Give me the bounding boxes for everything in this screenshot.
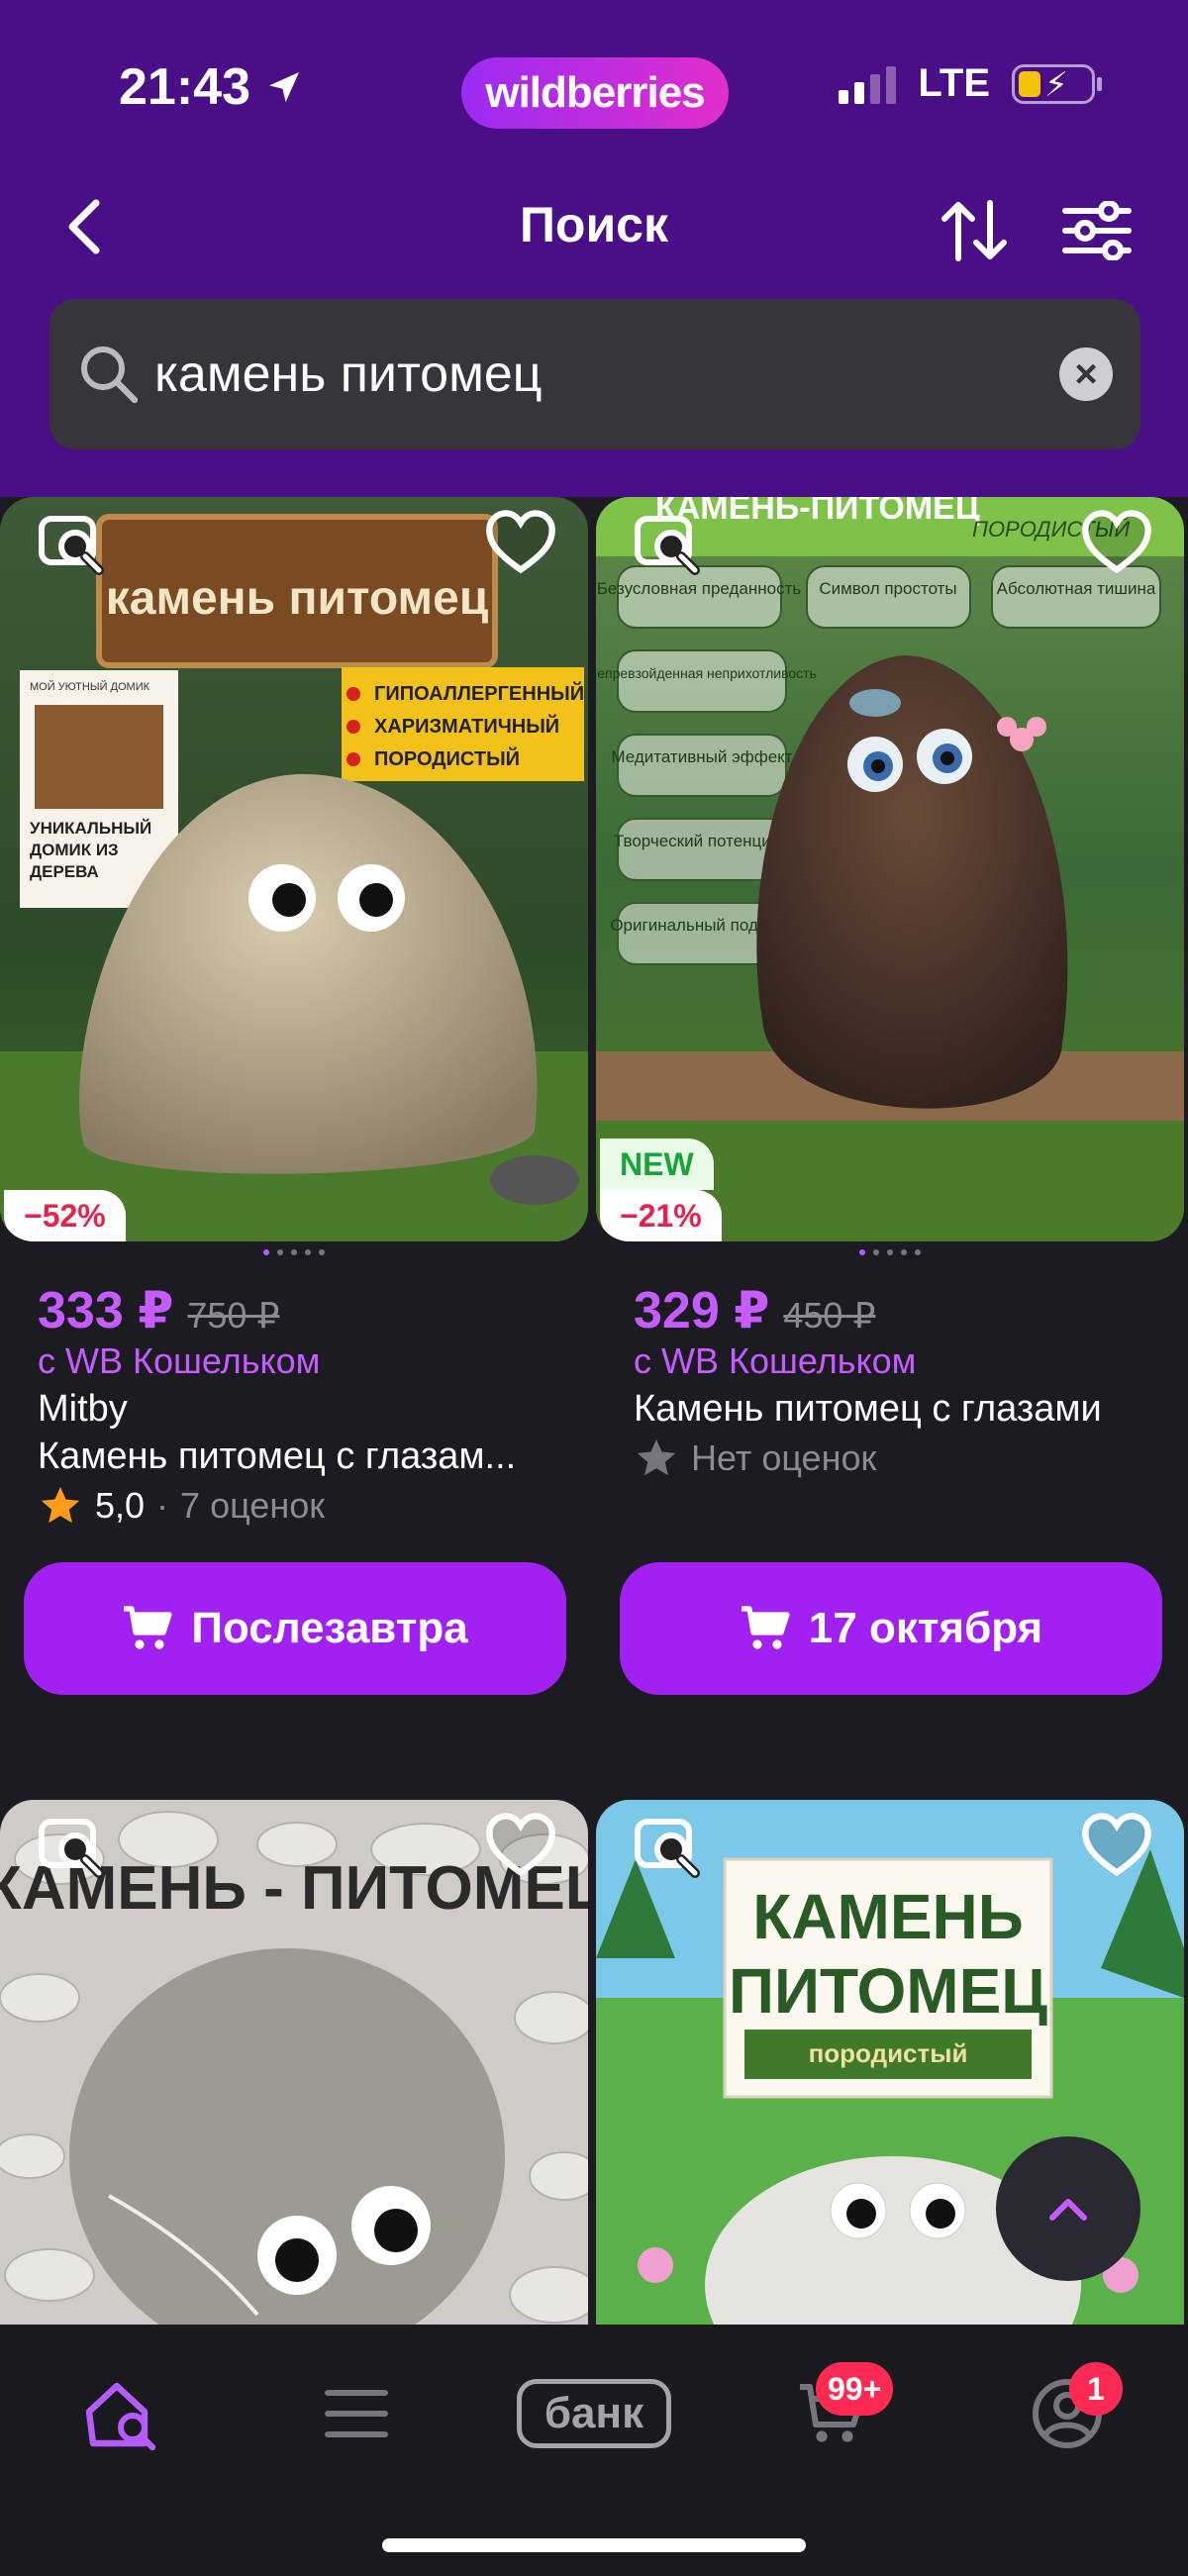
rating: Нет оценок — [634, 1436, 876, 1481]
product-image[interactable]: КАМЕНЬ-ПИТОМЕЦ ПОРОДИСТЫЙ Безусловная пр… — [596, 497, 1184, 1241]
cart-count-badge: 99+ — [816, 2362, 894, 2416]
image-caption: камень питомец — [106, 572, 489, 625]
image-pager-dots — [596, 1249, 1184, 1255]
cart-icon — [741, 1606, 790, 1649]
svg-text:ПОРОДИСТЫЙ: ПОРОДИСТЫЙ — [374, 746, 520, 770]
svg-text:Непревзойденная неприхотливост: Непревзойденная неприхотливость — [596, 665, 817, 681]
signal-icon — [839, 64, 897, 104]
svg-text:ХАРИЗМАТИЧНЫЙ: ХАРИЗМАТИЧНЫЙ — [374, 714, 559, 738]
old-price: 750 ₽ — [187, 1295, 280, 1336]
image-search-icon[interactable] — [632, 1810, 703, 1881]
favorite-heart-icon[interactable] — [483, 505, 558, 580]
discount-badge: −52% — [4, 1190, 126, 1241]
home-indicator — [382, 2538, 806, 2552]
discount-badge: −21% — [600, 1190, 722, 1241]
add-to-cart-button[interactable]: Послезавтра — [24, 1562, 566, 1695]
menu-icon — [325, 2390, 388, 2437]
home-search-icon — [85, 2382, 156, 2451]
bank-label: банк — [517, 2379, 671, 2448]
wallet-note: с WB Кошельком — [634, 1340, 917, 1381]
svg-text:Абсолютная тишина: Абсолютная тишина — [997, 579, 1156, 598]
image-pager-dots — [0, 1249, 588, 1255]
svg-text:ПИТОМЕЦ: ПИТОМЕЦ — [729, 1955, 1047, 2027]
rating-value: 5,0 — [95, 1485, 146, 1526]
product-image[interactable]: КАМЕНЬ - ПИТОМЕЦ — [0, 1800, 588, 2325]
svg-text:породистый: породистый — [809, 2038, 968, 2068]
delivery-label: 17 октября — [808, 1604, 1043, 1652]
product-image[interactable]: камень питомец ГИПОАЛЛЕРГЕННЫЙ ХАРИЗМАТИ… — [0, 497, 588, 1241]
price: 333 ₽ — [38, 1282, 174, 1339]
new-badge: NEW — [600, 1139, 714, 1190]
tab-cart[interactable]: 99+ — [772, 2362, 894, 2463]
search-input[interactable] — [154, 345, 1059, 404]
brand-logo: wildberries — [461, 57, 729, 129]
product-name[interactable]: Камень питомец с глазам... — [38, 1436, 516, 1478]
status-time: 21:43 — [119, 57, 304, 117]
tab-profile[interactable]: 1 — [1008, 2362, 1127, 2463]
svg-text:Безусловная преданность: Безусловная преданность — [597, 579, 802, 598]
delivery-label: Послезавтра — [191, 1604, 468, 1652]
price: 329 ₽ — [634, 1282, 770, 1339]
chevron-up-icon — [1049, 2199, 1087, 2221]
svg-text:ГИПОАЛЛЕРГЕННЫЙ: ГИПОАЛЛЕРГЕННЫЙ — [374, 681, 584, 705]
favorite-heart-icon[interactable] — [1079, 505, 1154, 580]
filter-icon — [1062, 201, 1132, 260]
image-caption: КАМЕНЬ-ПИТОМЕЦ — [655, 497, 980, 527]
svg-text:Творческий потенциал: Творческий потенциал — [614, 832, 790, 850]
search-bar[interactable]: × — [50, 299, 1140, 449]
old-price: 450 ₽ — [783, 1295, 876, 1336]
favorite-heart-icon[interactable] — [1079, 1808, 1154, 1883]
filter-button[interactable] — [1053, 190, 1140, 271]
clear-search-button[interactable]: × — [1059, 347, 1113, 401]
close-icon: × — [1074, 351, 1098, 396]
star-icon — [637, 1438, 676, 1476]
svg-text:МОЙ УЮТНЫЙ ДОМИК: МОЙ УЮТНЫЙ ДОМИК — [30, 680, 150, 693]
profile-notification-badge: 1 — [1069, 2362, 1123, 2416]
svg-text:Медитативный эффект: Медитативный эффект — [611, 747, 792, 766]
clock: 21:43 — [119, 58, 250, 116]
rating-separator: · — [156, 1485, 169, 1526]
price-row: 333 ₽ 750 ₽ — [38, 1281, 279, 1340]
tab-home-search[interactable] — [61, 2364, 180, 2463]
wallet-note: с WB Кошельком — [38, 1340, 321, 1381]
image-caption: КАМЕНЬ — [752, 1881, 1024, 1952]
product-name[interactable]: Камень питомец с глазами — [634, 1388, 1102, 1431]
sort-icon — [941, 200, 1007, 261]
location-arrow-icon — [269, 72, 299, 102]
battery-icon: ⚡ — [1012, 63, 1102, 104]
status-indicators: LTE ⚡ — [839, 61, 1102, 106]
sort-button[interactable] — [931, 190, 1018, 271]
tab-bank[interactable]: банк — [515, 2364, 673, 2463]
image-search-icon[interactable] — [36, 1810, 107, 1881]
svg-text:ДОМИК ИЗ: ДОМИК ИЗ — [30, 841, 119, 859]
svg-text:Символ простоты: Символ простоты — [819, 579, 956, 598]
star-icon — [41, 1486, 80, 1524]
app-header: 21:43 wildberries LTE ⚡ Поиск × — [0, 0, 1188, 497]
network-label: LTE — [918, 61, 990, 105]
price-row: 329 ₽ 450 ₽ — [634, 1281, 875, 1340]
add-to-cart-button[interactable]: 17 октября — [620, 1562, 1162, 1695]
image-search-icon[interactable] — [632, 507, 703, 578]
product-brand: Mitby — [38, 1388, 128, 1430]
scroll-to-top-button[interactable] — [996, 2136, 1140, 2281]
cart-icon — [124, 1606, 172, 1649]
no-rating-label: Нет оценок — [691, 1437, 877, 1478]
tab-catalog[interactable] — [297, 2364, 416, 2463]
svg-text:УНИКАЛЬНЫЙ: УНИКАЛЬНЫЙ — [30, 819, 151, 838]
image-search-icon[interactable] — [36, 507, 107, 578]
svg-text:ДЕРЕВА: ДЕРЕВА — [30, 862, 99, 881]
rating: 5,0 · 7 оценок — [38, 1483, 325, 1529]
rating-count: 7 оценок — [180, 1485, 325, 1526]
search-icon — [81, 347, 139, 404]
favorite-heart-icon[interactable] — [483, 1808, 558, 1883]
